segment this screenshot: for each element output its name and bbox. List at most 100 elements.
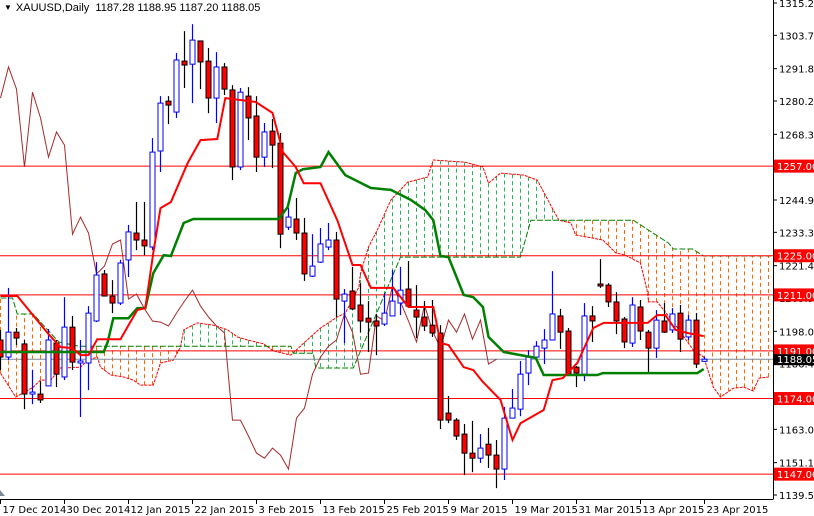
candle-body	[517, 373, 524, 410]
bearish-candle	[421, 301, 428, 332]
bearish-candle	[133, 201, 140, 251]
candle-body	[413, 309, 420, 318]
bearish-candle	[293, 198, 300, 241]
bearish-candle	[445, 396, 452, 424]
bearish-candle	[141, 201, 148, 256]
price-tick-label: 1315.25	[779, 0, 814, 10]
candle-body	[117, 262, 124, 304]
candle-body	[277, 142, 284, 235]
candle-body	[365, 317, 372, 323]
bullish-candle	[509, 389, 516, 419]
bullish-candle	[173, 52, 180, 118]
axes: 1315.25 1303.70 1291.80 1280.25 1268.35 1244.…	[0, 0, 814, 516]
candle-body	[237, 91, 244, 168]
time-tick-label: 3 Feb 2015	[259, 505, 315, 516]
bullish-candle	[517, 361, 524, 417]
bullish-candle	[213, 52, 220, 123]
chart-shift-marker-icon	[0, 490, 5, 496]
bearish-candle	[413, 285, 420, 339]
candle-body	[221, 66, 228, 90]
candle-body	[541, 339, 548, 349]
candle-body	[205, 60, 212, 99]
candle-body	[173, 59, 180, 113]
bearish-candle	[589, 306, 596, 342]
ichimoku-cloud	[0, 159, 771, 398]
candle-body	[509, 407, 516, 419]
bearish-candle	[221, 63, 228, 95]
candle-body	[557, 315, 564, 333]
candle-body	[213, 66, 220, 99]
candle-body	[109, 295, 116, 304]
bullish-candle	[701, 356, 708, 362]
bearish-candle	[485, 427, 492, 468]
candle-body	[13, 331, 20, 339]
candle-body	[0, 339, 4, 358]
candle-body	[597, 283, 604, 287]
price-tick-label: 1244.90	[779, 196, 814, 207]
time-tick-label: 22 Jan 2015	[195, 505, 255, 516]
price-tick-label: 1303.70	[779, 31, 814, 42]
bearish-candle	[301, 217, 308, 281]
candle-body	[149, 151, 156, 248]
bearish-candle	[693, 313, 700, 369]
bearish-candle	[165, 96, 172, 125]
candle-body	[701, 358, 708, 362]
candle-body	[317, 243, 324, 263]
candle-body	[565, 330, 572, 375]
candle-body	[45, 339, 52, 387]
time-tick-label: 30 Dec 2014	[67, 505, 131, 516]
bullish-candle	[189, 24, 196, 104]
bearish-candle	[333, 231, 340, 318]
bearish-candle	[621, 317, 628, 349]
bearish-candle	[109, 280, 116, 314]
candle-body	[501, 417, 508, 470]
candle-body	[285, 216, 292, 228]
candle-body	[5, 331, 12, 358]
bearish-candle	[429, 299, 436, 337]
candle-body	[549, 313, 556, 341]
bullish-candle	[157, 96, 164, 172]
bearish-candle	[37, 381, 44, 404]
candle-body	[189, 39, 196, 65]
candle-body	[605, 284, 612, 303]
bullish-candle	[85, 306, 92, 391]
bullish-candle	[549, 271, 556, 341]
candle-body	[245, 95, 252, 119]
bearish-candle	[605, 283, 612, 307]
candle-body	[341, 293, 348, 302]
bullish-candle	[93, 262, 100, 323]
candle-body	[333, 239, 340, 300]
bearish-candle	[453, 418, 460, 440]
bearish-candle	[373, 313, 380, 356]
candle-body	[477, 447, 484, 459]
bearish-candle	[565, 327, 572, 376]
candle-body	[357, 304, 364, 322]
candle-body	[197, 40, 204, 63]
bearish-candle	[469, 420, 476, 473]
candle-body	[525, 356, 532, 374]
current-price-label: 1188.05	[777, 355, 814, 366]
price-tick-label: 1221.45	[779, 262, 814, 273]
time-tick-label: 9 Mar 2015	[451, 505, 508, 516]
level-price-label: 1225.00	[777, 252, 814, 263]
price-tick-label: 1163.00	[779, 425, 814, 436]
candle-body	[469, 452, 476, 459]
candle-body	[157, 102, 164, 152]
bullish-candle	[149, 138, 156, 251]
price-chart[interactable]: 1315.25 1303.70 1291.80 1280.25 1268.35 1244.…	[0, 0, 814, 516]
time-tick-label: 13 Feb 2015	[323, 505, 385, 516]
candle-body	[165, 100, 172, 106]
candle-body	[301, 232, 308, 275]
candle-body	[125, 231, 132, 261]
bearish-candle	[53, 340, 60, 388]
bearish-candle	[365, 301, 372, 353]
candle-body	[93, 274, 100, 322]
price-tick-label: 1280.25	[779, 97, 814, 108]
bullish-candle	[397, 266, 404, 316]
time-tick-label: 31 Mar 2015	[579, 505, 642, 516]
bullish-candle	[317, 227, 324, 264]
time-tick-label: 17 Dec 2014	[3, 505, 67, 516]
bullish-candle	[261, 122, 268, 167]
bullish-candle	[381, 292, 388, 327]
candle-body	[677, 312, 684, 340]
